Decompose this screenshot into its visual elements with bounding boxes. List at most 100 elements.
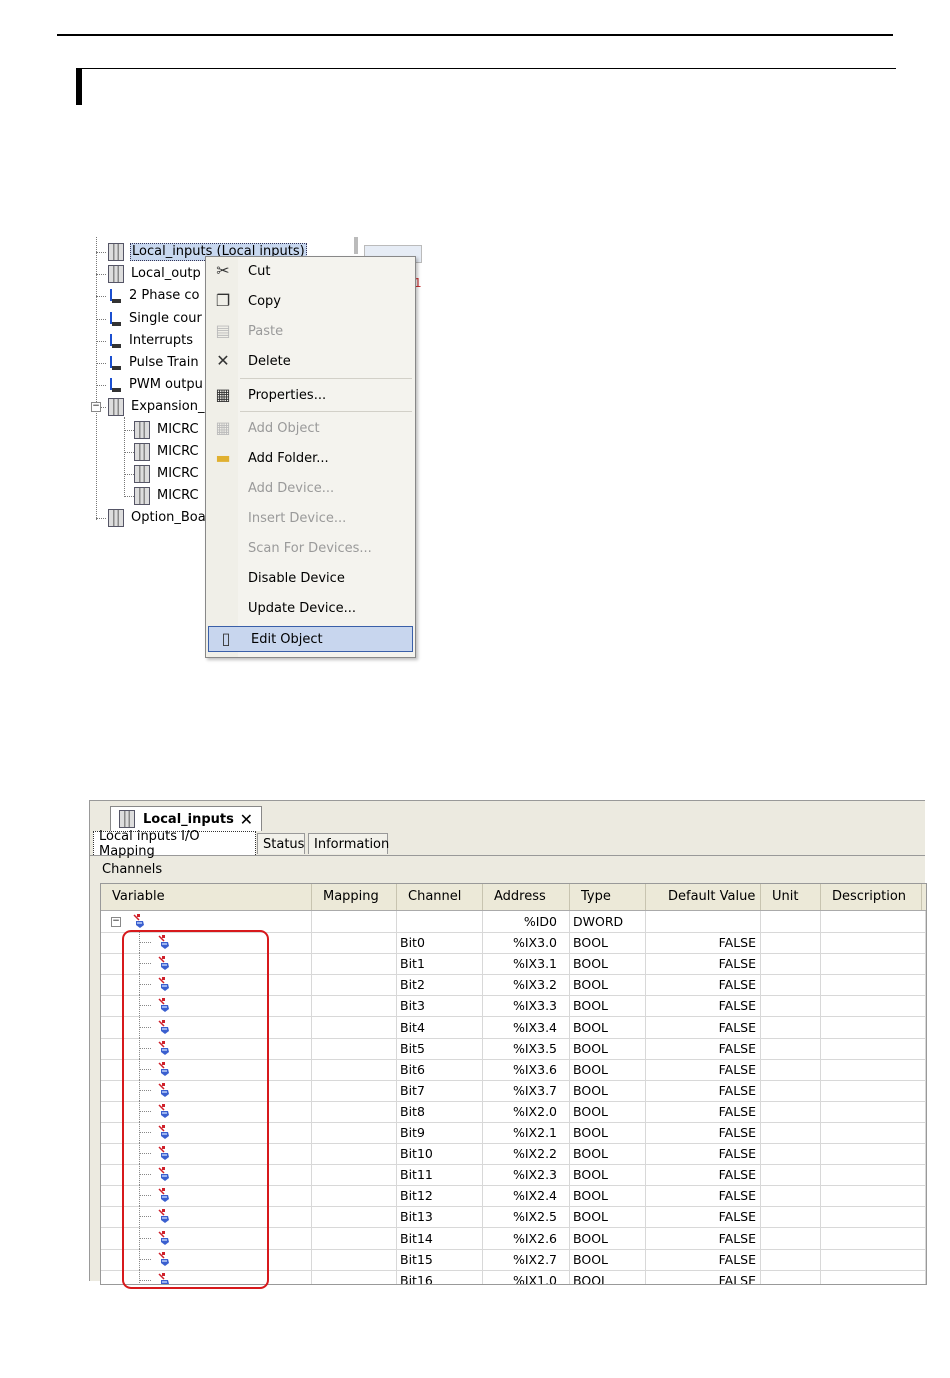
cell-description — [821, 1122, 926, 1143]
cell-mapping[interactable] — [312, 932, 397, 954]
col-description[interactable]: Description — [821, 884, 922, 910]
menu-item-copy[interactable]: ❐ Copy — [206, 289, 415, 313]
cell-mapping[interactable] — [312, 1185, 397, 1207]
cell-address: %IX3.3 — [483, 995, 570, 1017]
cell-address: %ID0 — [483, 911, 570, 932]
cell-mapping[interactable] — [312, 1016, 397, 1038]
tree-item[interactable]: Local_outp — [108, 263, 202, 285]
cell-mapping[interactable] — [312, 1143, 397, 1165]
cell-mapping[interactable] — [312, 1248, 397, 1270]
menu-item-scan-for-devices[interactable]: Scan For Devices... — [206, 536, 415, 560]
menu-item-add-object[interactable]: ▦ Add Object — [206, 416, 415, 440]
editor-tab-local-inputs[interactable]: Local_inputs ✕ — [110, 806, 262, 831]
section-rule — [76, 68, 896, 69]
device-icon — [108, 509, 124, 528]
tree-item-label: 2 Phase co — [129, 288, 200, 304]
menu-item-paste[interactable]: ▤ Paste — [206, 319, 415, 343]
tree-item[interactable]: Option_Boa — [108, 507, 207, 529]
menu-separator — [240, 378, 412, 379]
tree-item[interactable]: MICRC — [134, 419, 200, 441]
col-variable[interactable]: Variable — [101, 884, 312, 910]
tree-item[interactable]: MICRC — [134, 485, 200, 507]
cell-address: %IX2.5 — [483, 1206, 570, 1228]
cell-unit — [761, 995, 821, 1017]
cell-type: BOOL — [570, 1227, 646, 1249]
menu-item-label: Properties... — [248, 387, 327, 403]
tree-item-label: Interrupts — [129, 332, 193, 348]
tree-item[interactable]: Single cour — [108, 308, 203, 330]
tree-item[interactable]: MICRC — [134, 463, 200, 485]
tab-information[interactable]: Information — [308, 833, 389, 854]
cell-default-value: FALSE — [646, 995, 761, 1017]
tab-io-mapping[interactable]: Local inputs I/O Mapping — [93, 829, 256, 859]
menu-item-insert-device[interactable]: Insert Device... — [206, 506, 415, 530]
cell-mapping[interactable] — [312, 1079, 397, 1101]
tree-branch — [96, 252, 106, 253]
cell-channel: Bit2 — [397, 974, 483, 996]
tree-item-label: Pulse Train — [129, 355, 199, 370]
menu-item-edit-object[interactable]: ▯ Edit Object — [208, 626, 413, 652]
cell-unit — [761, 1016, 821, 1038]
cell-mapping[interactable] — [312, 1100, 397, 1122]
cell-channel: Bit8 — [397, 1100, 483, 1122]
cell-variable[interactable]: − — [101, 911, 312, 932]
cell-unit — [761, 1185, 821, 1207]
col-type[interactable]: Type — [570, 884, 646, 910]
col-unit[interactable]: Unit — [761, 884, 821, 910]
cell-type: BOOL — [570, 1185, 646, 1207]
cell-mapping[interactable] — [312, 974, 397, 996]
tree-guide-line — [96, 237, 97, 520]
menu-item-properties[interactable]: ▦ Properties... — [206, 383, 415, 407]
tab-status-label: Status — [263, 836, 305, 852]
menu-item-cut[interactable]: ✂ Cut — [206, 259, 415, 283]
collapse-icon[interactable]: − — [91, 402, 101, 413]
cell-mapping[interactable] — [312, 1122, 397, 1143]
tree-item[interactable]: 2 Phase co — [108, 285, 200, 307]
menu-item-add-device[interactable]: Add Device... — [206, 476, 415, 500]
cell-mapping[interactable] — [312, 1206, 397, 1228]
col-default-value[interactable]: Default Value — [646, 884, 761, 910]
col-address[interactable]: Address — [483, 884, 570, 910]
cell-mapping[interactable] — [312, 911, 397, 932]
menu-item-disable-device[interactable]: Disable Device — [206, 566, 415, 590]
col-channel[interactable]: Channel — [397, 884, 483, 910]
menu-item-delete[interactable]: ✕ Delete — [206, 349, 415, 373]
collapse-icon[interactable]: − — [111, 917, 121, 927]
cell-channel: Bit5 — [397, 1037, 483, 1059]
col-mapping[interactable]: Mapping — [312, 884, 397, 910]
tab-status[interactable]: Status — [257, 833, 305, 854]
tree-item[interactable]: MICRC — [134, 441, 200, 463]
cell-mapping[interactable] — [312, 953, 397, 975]
cell-channel: Bit9 — [397, 1122, 483, 1143]
tree-scrollbar[interactable] — [354, 237, 358, 254]
cell-channel: Bit12 — [397, 1185, 483, 1207]
menu-item-update-device[interactable]: Update Device... — [206, 596, 415, 620]
cell-type: BOOL — [570, 932, 646, 954]
menu-item-label: Edit Object — [251, 631, 323, 647]
cell-mapping[interactable] — [312, 1227, 397, 1249]
menu-item-label: Delete — [248, 353, 291, 369]
tree-item[interactable]: Pulse Train — [108, 352, 200, 374]
cell-address: %IX3.7 — [483, 1079, 570, 1101]
cell-mapping[interactable] — [312, 995, 397, 1017]
cell-mapping[interactable] — [312, 1269, 397, 1284]
cell-type: BOOL — [570, 1079, 646, 1101]
cell-mapping[interactable] — [312, 1058, 397, 1080]
cell-address: %IX2.3 — [483, 1164, 570, 1186]
cell-mapping[interactable] — [312, 1037, 397, 1059]
cell-description — [821, 953, 926, 975]
tree-item[interactable]: PWM outpu — [108, 374, 204, 396]
close-icon[interactable]: ✕ — [240, 810, 253, 829]
cell-address: %IX2.1 — [483, 1122, 570, 1143]
cell-default-value: FALSE — [646, 1227, 761, 1249]
tree-branch — [96, 274, 106, 276]
cell-channel: Bit14 — [397, 1227, 483, 1249]
cell-channel: Bit4 — [397, 1016, 483, 1038]
tree-item[interactable]: Interrupts — [108, 330, 194, 352]
cell-mapping[interactable] — [312, 1164, 397, 1186]
menu-item-add-folder[interactable]: ▬ Add Folder... — [206, 446, 415, 470]
cell-address: %IX2.7 — [483, 1248, 570, 1270]
cell-default-value — [646, 911, 761, 932]
tree-item[interactable]: Expansion_ — [108, 396, 205, 418]
tree-branch — [96, 363, 106, 364]
